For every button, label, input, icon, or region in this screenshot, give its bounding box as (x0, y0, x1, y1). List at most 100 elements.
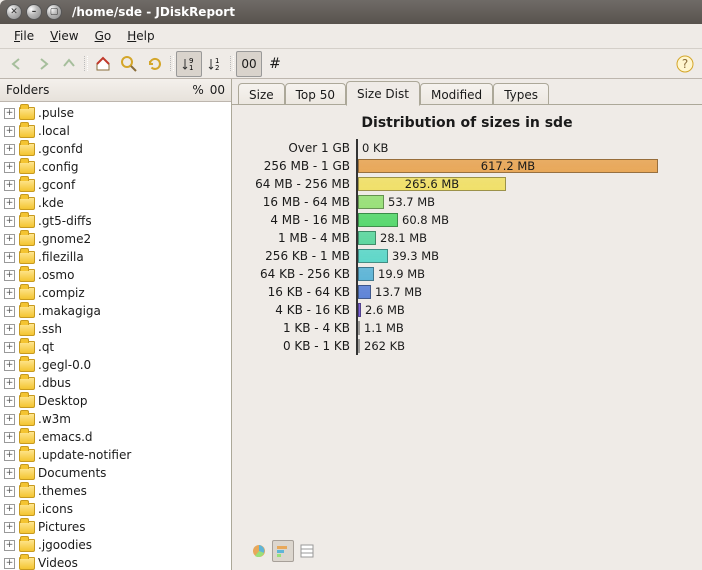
folder-icon (19, 341, 35, 354)
tree-item[interactable]: +Videos (0, 554, 231, 570)
expand-icon[interactable]: + (4, 162, 15, 173)
tab-types[interactable]: Types (493, 83, 549, 105)
chart-bar (358, 213, 398, 227)
chart-value: 28.1 MB (380, 231, 427, 245)
expand-icon[interactable]: + (4, 468, 15, 479)
pie-view-button[interactable] (248, 540, 270, 562)
expand-icon[interactable]: + (4, 180, 15, 191)
tree-item[interactable]: +.w3m (0, 410, 231, 428)
nav-forward-button[interactable] (30, 51, 56, 77)
tree-item[interactable]: +.makagiga (0, 302, 231, 320)
tree-item[interactable]: +.local (0, 122, 231, 140)
folder-label: .osmo (38, 268, 74, 282)
tree-item[interactable]: +.gconfd (0, 140, 231, 158)
tree-item[interactable]: + .icons (0, 500, 231, 518)
tree-item[interactable]: +Desktop (0, 392, 231, 410)
close-window-button[interactable]: ✕ (6, 4, 22, 20)
expand-icon[interactable]: + (4, 540, 15, 551)
menu-view[interactable]: View (42, 26, 86, 46)
expand-icon[interactable]: + (4, 522, 15, 533)
expand-icon[interactable]: + (4, 360, 15, 371)
chart-bar-track: 2.6 MB (356, 301, 661, 319)
folders-header-raw[interactable]: 00 (210, 83, 225, 97)
folder-label: .compiz (38, 286, 85, 300)
sort-asc-size-button[interactable]: 91 (176, 51, 202, 77)
refresh-icon[interactable] (142, 51, 168, 77)
expand-icon[interactable]: + (4, 342, 15, 353)
tree-item[interactable]: +.config (0, 158, 231, 176)
expand-icon[interactable]: + (4, 324, 15, 335)
tree-item[interactable]: +.pulse (0, 104, 231, 122)
bar-view-button[interactable] (272, 540, 294, 562)
minimize-window-button[interactable]: – (26, 4, 42, 20)
expand-icon[interactable]: + (4, 252, 15, 263)
folders-header-pct[interactable]: % (186, 83, 209, 97)
toolbar-separator (82, 51, 90, 77)
tab-size[interactable]: Size (238, 83, 285, 105)
menu-file[interactable]: File (6, 26, 42, 46)
expand-icon[interactable]: + (4, 288, 15, 299)
folder-tree[interactable]: +.pulse+.local+.gconfd+.config+.gconf+.k… (0, 102, 231, 570)
chart-bar-track: 1.1 MB (356, 319, 661, 337)
folder-icon (19, 269, 35, 282)
menu-go[interactable]: Go (87, 26, 120, 46)
expand-icon[interactable]: + (4, 126, 15, 137)
tree-item[interactable]: +.gt5-diffs (0, 212, 231, 230)
show-count-button[interactable]: # (262, 51, 288, 77)
tree-item[interactable]: +.gnome2 (0, 230, 231, 248)
expand-icon[interactable]: + (4, 108, 15, 119)
nav-up-button[interactable] (56, 51, 82, 77)
expand-icon[interactable]: + (4, 450, 15, 461)
folder-label: .themes (38, 484, 87, 498)
folder-label: .icons (38, 502, 73, 516)
table-view-button[interactable] (296, 540, 318, 562)
expand-icon[interactable]: + (4, 504, 15, 515)
tab-top50[interactable]: Top 50 (285, 83, 346, 105)
chart-row: 4 KB - 16 KB2.6 MB (246, 301, 688, 319)
tree-item[interactable]: + .osmo (0, 266, 231, 284)
toolbar: 91 12 00 # ? (0, 49, 702, 79)
folder-icon (19, 395, 35, 408)
tree-item[interactable]: + .themes (0, 482, 231, 500)
tree-item[interactable]: +.gegl-0.0 (0, 356, 231, 374)
search-icon[interactable] (116, 51, 142, 77)
expand-icon[interactable]: + (4, 486, 15, 497)
tree-item[interactable]: +.update-notifier (0, 446, 231, 464)
tree-item[interactable]: +.kde (0, 194, 231, 212)
nav-back-button[interactable] (4, 51, 30, 77)
folders-header-label: Folders (6, 83, 186, 97)
expand-icon[interactable]: + (4, 306, 15, 317)
tab-size-dist[interactable]: Size Dist (346, 81, 420, 106)
show-size-numbers-button[interactable]: 00 (236, 51, 262, 77)
expand-icon[interactable]: + (4, 378, 15, 389)
tree-item[interactable]: +.filezilla (0, 248, 231, 266)
chart-bar-track: 19.9 MB (356, 265, 661, 283)
help-button[interactable]: ? (672, 51, 698, 77)
expand-icon[interactable]: + (4, 396, 15, 407)
home-button[interactable] (90, 51, 116, 77)
chart-bar (358, 231, 376, 245)
expand-icon[interactable]: + (4, 198, 15, 209)
tree-item[interactable]: +.gconf (0, 176, 231, 194)
tree-item[interactable]: +.jgoodies (0, 536, 231, 554)
expand-icon[interactable]: + (4, 414, 15, 425)
tree-item[interactable]: +.ssh (0, 320, 231, 338)
expand-icon[interactable]: + (4, 558, 15, 569)
expand-icon[interactable]: + (4, 270, 15, 281)
tree-item[interactable]: +Documents (0, 464, 231, 482)
chart-bucket-label: Over 1 GB (246, 141, 356, 155)
tree-item[interactable]: +.dbus (0, 374, 231, 392)
expand-icon[interactable]: + (4, 216, 15, 227)
chart-bar-track: 617.2 MB (356, 157, 661, 175)
expand-icon[interactable]: + (4, 234, 15, 245)
tab-modified[interactable]: Modified (420, 83, 493, 105)
sort-desc-size-button[interactable]: 12 (202, 51, 228, 77)
expand-icon[interactable]: + (4, 144, 15, 155)
tree-item[interactable]: + .compiz (0, 284, 231, 302)
tree-item[interactable]: +.emacs.d (0, 428, 231, 446)
tree-item[interactable]: +.qt (0, 338, 231, 356)
maximize-window-button[interactable]: ▢ (46, 4, 62, 20)
menu-help[interactable]: Help (119, 26, 162, 46)
tree-item[interactable]: +Pictures (0, 518, 231, 536)
expand-icon[interactable]: + (4, 432, 15, 443)
